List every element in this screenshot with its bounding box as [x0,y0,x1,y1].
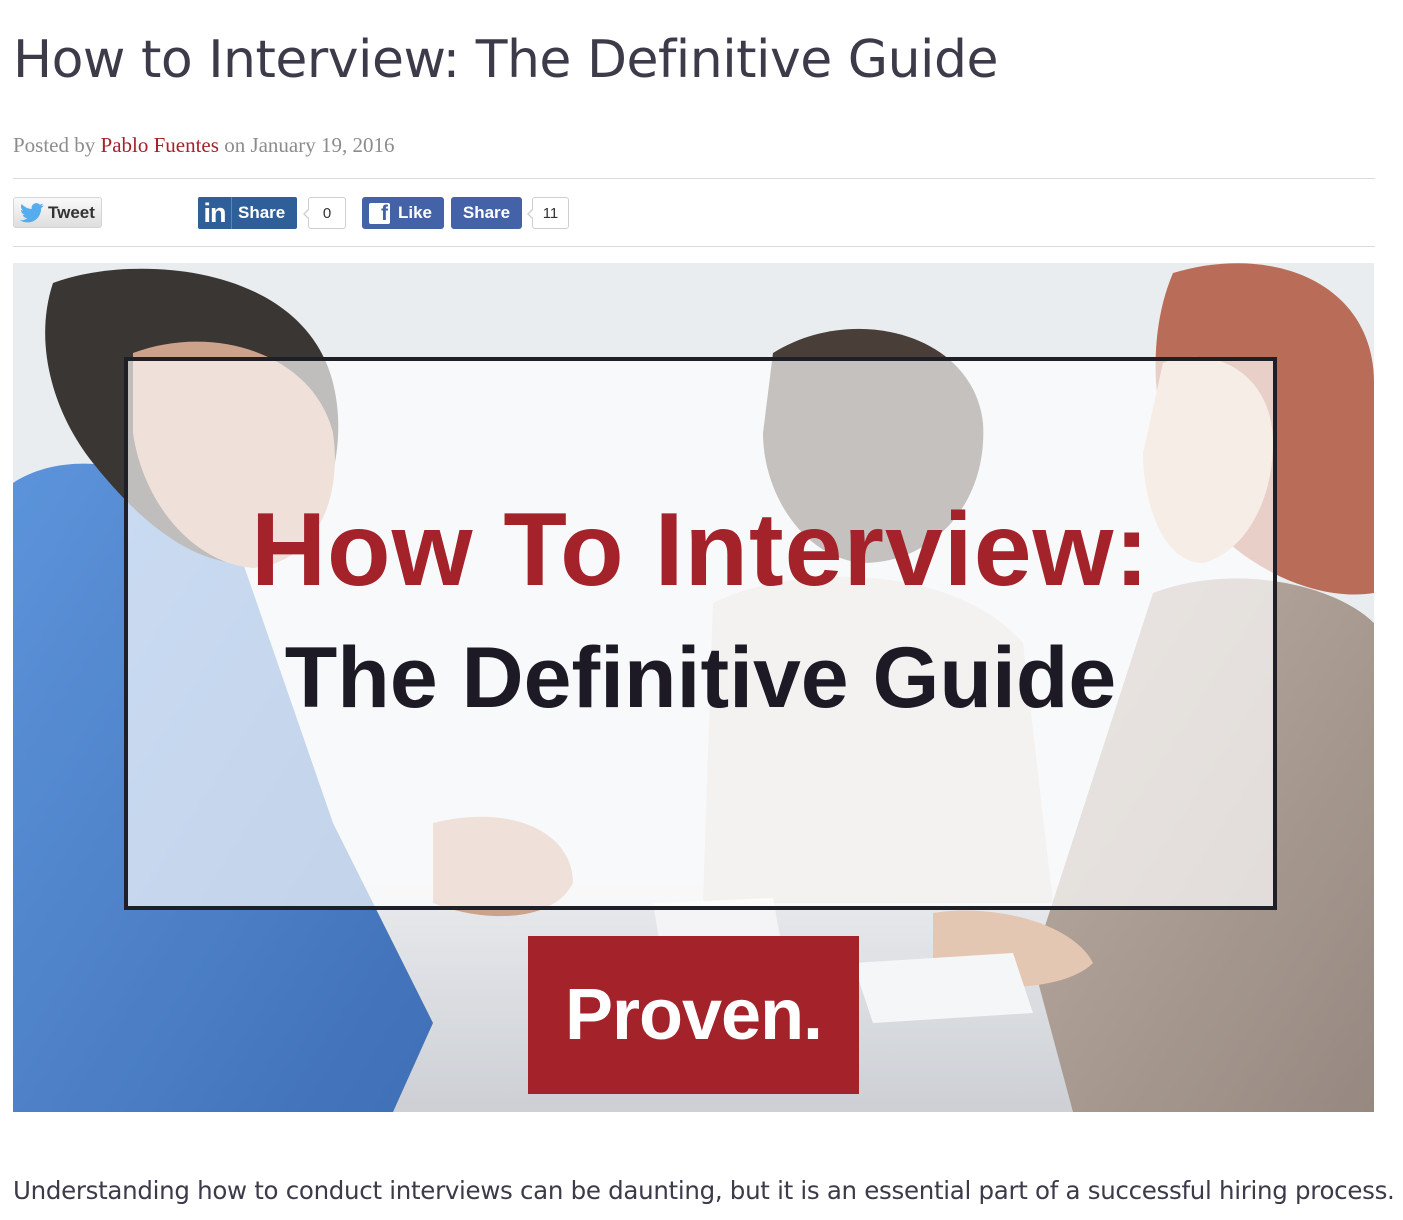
linkedin-share-count: 0 [303,197,346,229]
tweet-label: Tweet [48,202,95,222]
share-bar: Tweet in Share 0 f Like Share 11 [0,190,1403,236]
hero-headline: How To Interview: [250,492,1151,608]
facebook-icon: f [369,202,390,224]
byline-prefix: Posted by [13,133,96,157]
proven-logo: Proven. [528,936,859,1094]
linkedin-share-button[interactable]: in Share [198,197,297,229]
byline-on: on [224,133,246,157]
facebook-like-label: Like [398,203,433,222]
linkedin-share-label: Share [238,203,286,222]
intro-paragraph: Understanding how to conduct interviews … [13,1176,1395,1205]
divider-top [13,178,1375,179]
author-link[interactable]: Pablo Fuentes [101,133,219,157]
post-title: How to Interview: The Definitive Guide [13,30,998,90]
twitter-bird-icon [20,202,44,222]
hero-image: How To Interview: The Definitive Guide P… [13,263,1374,1112]
facebook-share-label: Share [462,203,511,222]
hero-title-box: How To Interview: The Definitive Guide [124,357,1277,910]
facebook-like-button[interactable]: f Like [362,197,444,229]
divider-bottom [13,246,1375,247]
facebook-share-count: 11 [527,197,569,229]
facebook-share-button[interactable]: Share [451,197,522,229]
hero-subheadline: The Definitive Guide [284,630,1117,726]
post-byline: Posted by Pablo Fuentes on January 19, 2… [13,133,395,158]
linkedin-icon: in [198,197,232,229]
blog-post-page: How to Interview: The Definitive Guide P… [0,0,1403,1220]
tweet-button[interactable]: Tweet [13,197,102,228]
post-date: January 19, 2016 [250,133,395,157]
